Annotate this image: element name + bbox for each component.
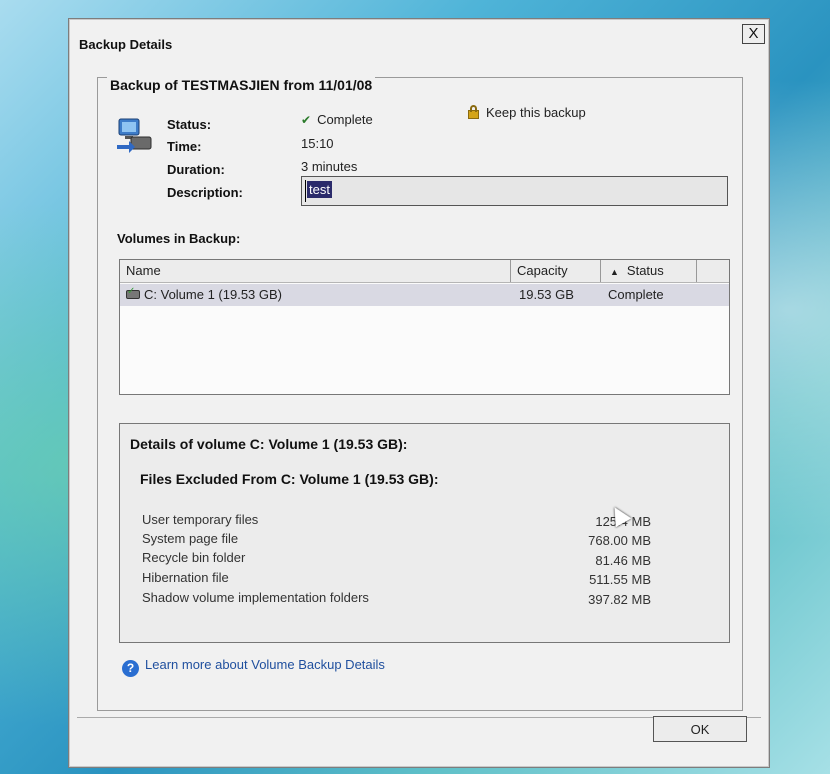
excluded-file-name: Recycle bin folder [142,550,246,565]
title-bar[interactable]: Backup Details X [69,19,769,52]
lock-icon [467,105,480,119]
ok-button[interactable]: OK [653,716,747,742]
drive-icon [126,286,140,300]
close-button[interactable]: X [742,24,765,44]
volume-name-cell: C: Volume 1 (19.53 GB) [122,286,283,302]
time-value: 15:10 [301,136,334,151]
window-title: Backup Details [79,37,173,52]
status-value: ✔ Complete [301,112,373,127]
help-icon: ? [122,660,139,677]
description-label: Description: [167,185,243,200]
table-header: Name Capacity ▲ Status [120,260,729,283]
details-heading: Details of volume C: Volume 1 (19.53 GB)… [130,436,408,452]
excluded-file-size: 511.55 MB [589,572,651,587]
status-label: Status: [167,117,212,132]
excluded-heading: Files Excluded From C: Volume 1 (19.53 G… [140,471,439,487]
excluded-file-name: Shadow volume implementation folders [142,590,369,605]
backup-computer-icon [117,118,152,153]
column-separator[interactable] [510,260,511,282]
volume-name: C: Volume 1 (19.53 GB) [144,287,283,302]
excluded-file-name: User temporary files [142,512,259,527]
column-name[interactable]: Name [126,263,161,278]
description-field[interactable]: test [301,176,728,206]
excluded-file-size: 397.82 MB [588,592,651,607]
volume-capacity: 19.53 GB [519,287,574,302]
excluded-file-size: 768.00 MB [588,533,651,548]
volume-status: Complete [608,287,664,302]
keep-backup-label: Keep this backup [486,105,586,120]
complete-check-icon: ✔ [301,113,312,127]
help-link[interactable]: ? Learn more about Volume Backup Details [122,657,385,677]
backup-group-title: Backup of TESTMASJIEN from 11/01/08 [107,77,376,93]
excluded-file-size: 81.46 MB [595,553,651,568]
volume-details-panel: Details of volume C: Volume 1 (19.53 GB)… [119,423,730,643]
duration-value: 3 minutes [301,159,358,174]
column-status[interactable]: ▲ Status [610,263,664,278]
status-text: Complete [317,112,373,127]
text-caret [305,180,306,202]
column-status-label: Status [626,263,664,278]
volumes-table[interactable]: Name Capacity ▲ Status C: Volume 1 (19.53… [119,259,730,395]
excluded-file-name: System page file [142,531,239,546]
time-label: Time: [167,139,202,154]
sort-ascending-icon: ▲ [610,267,619,277]
backup-details-dialog: Backup Details X Backup of TESTMASJIEN f… [68,18,770,768]
volumes-section-title: Volumes in Backup: [117,231,241,246]
column-separator[interactable] [600,260,601,282]
excluded-file-name: Hibernation file [142,570,229,585]
table-row[interactable]: C: Volume 1 (19.53 GB) 19.53 GB Complete [120,284,729,306]
help-link-text: Learn more about Volume Backup Details [145,657,385,672]
column-capacity[interactable]: Capacity [517,263,568,278]
column-separator[interactable] [696,260,697,282]
description-text: test [307,181,332,198]
duration-label: Duration: [167,162,225,177]
keep-backup-option[interactable]: Keep this backup [467,105,586,120]
